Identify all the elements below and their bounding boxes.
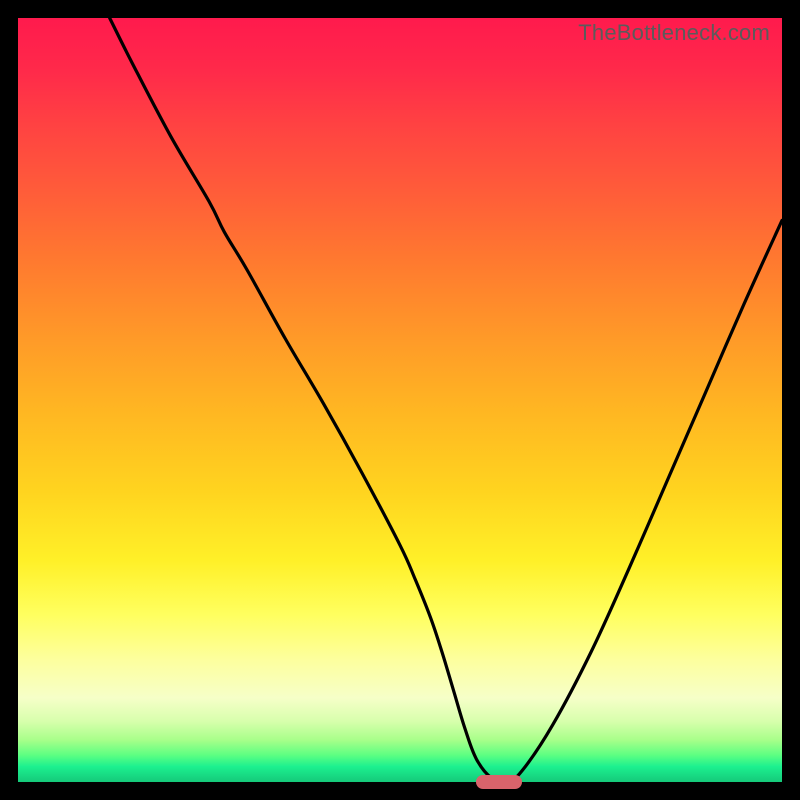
chart-frame: TheBottleneck.com [0, 0, 800, 800]
plot-area: TheBottleneck.com [18, 18, 782, 782]
optimum-marker [476, 775, 522, 789]
bottleneck-curve [18, 18, 782, 782]
